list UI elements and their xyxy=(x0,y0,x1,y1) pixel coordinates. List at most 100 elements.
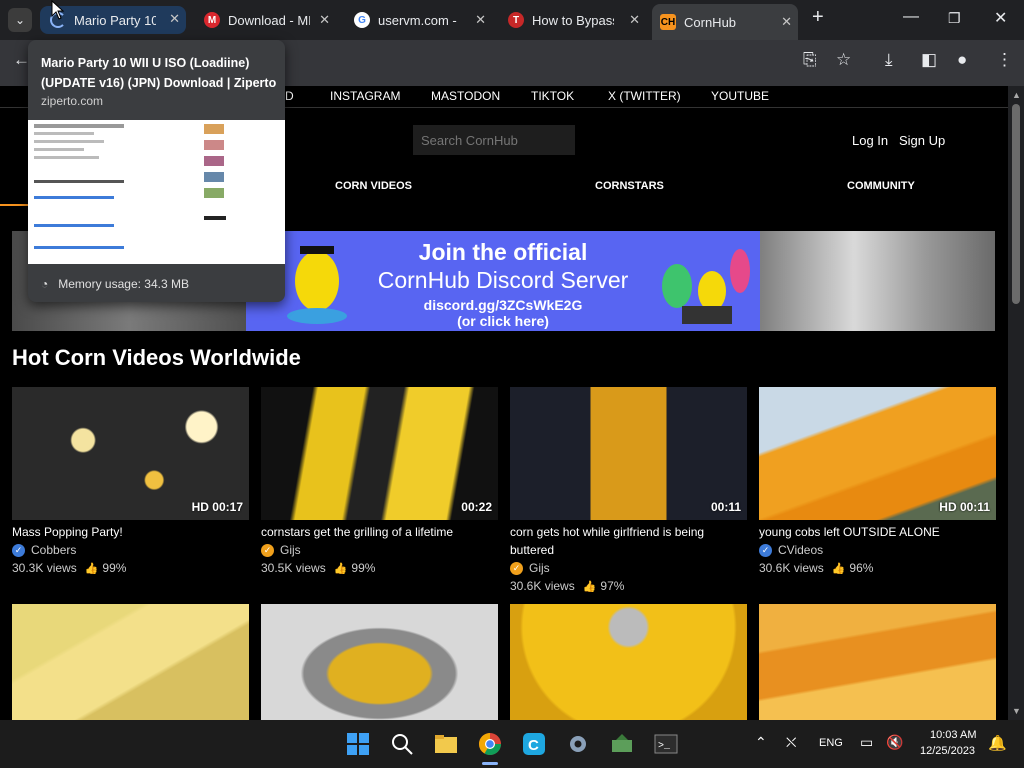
banner-photo-right xyxy=(760,231,995,331)
cornhub-icon: CH xyxy=(660,14,676,30)
chevron-down-icon: ⌄ xyxy=(14,13,26,27)
notification-bell-icon[interactable]: 🔔 xyxy=(988,734,1007,752)
search-icon[interactable] xyxy=(390,732,414,756)
video-thumbnail[interactable]: 00:22 xyxy=(261,387,498,520)
chevron-up-icon[interactable]: ⌃ xyxy=(755,734,767,751)
verified-icon: ✓ xyxy=(261,543,274,557)
social-link-youtube[interactable]: YOUTUBE xyxy=(711,89,769,103)
ccleaner-icon[interactable]: C xyxy=(522,732,546,756)
page-scrollbar[interactable]: ▲ ▼ xyxy=(1008,86,1024,720)
display-icon[interactable]: ▭ xyxy=(860,734,873,751)
app-icon[interactable] xyxy=(610,732,634,756)
video-title[interactable]: cornstars get the grilling of a lifetime xyxy=(261,523,498,541)
video-card[interactable] xyxy=(261,604,498,720)
active-app-indicator xyxy=(482,762,498,765)
video-thumbnail[interactable]: HD 00:11 xyxy=(759,387,996,520)
nav-active-indicator xyxy=(0,204,30,206)
close-tab-icon[interactable]: ✕ xyxy=(319,12,330,28)
menu-kebab-icon[interactable]: ⋮ xyxy=(996,50,1013,70)
close-tab-icon[interactable]: ✕ xyxy=(169,11,180,27)
social-link-tiktok[interactable]: TIKTOK xyxy=(531,89,574,103)
mouse-cursor-icon xyxy=(51,0,65,20)
close-tab-icon[interactable]: ✕ xyxy=(629,12,640,28)
video-thumbnail[interactable]: HD 00:17 xyxy=(12,387,249,520)
social-link-x[interactable]: X (TWITTER) xyxy=(608,89,681,103)
tab-uservm[interactable]: G uservm.com - G ✕ xyxy=(346,7,492,33)
tab-mega[interactable]: M Download - ME ✕ xyxy=(196,7,336,33)
channel-name[interactable]: CVideos xyxy=(778,543,823,557)
video-duration: HD 00:17 xyxy=(191,500,243,514)
search-input[interactable] xyxy=(413,125,575,155)
hover-card-memory: ◔ Memory usage: 34.3 MB xyxy=(41,277,189,291)
video-card[interactable]: 00:11 corn gets hot while girlfriend is … xyxy=(510,387,747,595)
hover-card-title: Mario Party 10 WII U ISO (Loadiine) (UPD… xyxy=(41,56,277,90)
video-card[interactable]: 00:22 cornstars get the grilling of a li… xyxy=(261,387,498,577)
network-icon[interactable]: ⛌ xyxy=(786,734,796,751)
video-duration: 00:22 xyxy=(461,500,492,514)
thumbs-up-icon: 👍 xyxy=(333,562,348,575)
tab-cornhub[interactable]: CH CornHub ✕ xyxy=(652,4,798,40)
close-window-icon[interactable]: ✕ xyxy=(994,8,1007,28)
new-tab-icon[interactable]: + xyxy=(812,6,824,29)
channel-name[interactable]: Cobbers xyxy=(31,543,76,557)
social-link-instagram[interactable]: INSTAGRAM xyxy=(330,89,400,103)
hover-card-preview xyxy=(28,120,285,264)
settings-gear-icon[interactable] xyxy=(566,732,590,756)
video-card[interactable]: HD 00:17 Mass Popping Party! ✓ Cobbers 30… xyxy=(12,387,249,577)
scroll-up-icon[interactable]: ▲ xyxy=(1012,90,1021,100)
chrome-icon[interactable] xyxy=(478,732,502,756)
channel-name[interactable]: Gijs xyxy=(280,543,301,557)
video-card[interactable] xyxy=(759,604,996,720)
scrollbar-thumb[interactable] xyxy=(1012,104,1020,304)
nav-corn-videos[interactable]: CORN VIDEOS xyxy=(335,180,412,192)
verified-icon: ✓ xyxy=(759,543,772,557)
video-title[interactable]: Mass Popping Party! xyxy=(12,523,249,541)
clock-date[interactable]: 12/25/2023 xyxy=(920,745,975,757)
clock-time[interactable]: 10:03 AM xyxy=(930,729,976,741)
video-card[interactable]: HD 00:11 young cobs left OUTSIDE ALONE ✓… xyxy=(759,387,996,577)
volume-muted-icon[interactable]: 🔇 xyxy=(886,734,903,751)
tab-how-to-bypass[interactable]: T How to Bypass ✕ xyxy=(500,7,646,33)
channel-name[interactable]: Gijs xyxy=(529,561,550,575)
page-preview-thumbnail-icon xyxy=(34,124,226,249)
profile-icon[interactable]: ● xyxy=(957,50,967,70)
scroll-down-icon[interactable]: ▼ xyxy=(1012,706,1021,716)
video-thumbnail[interactable] xyxy=(12,604,249,720)
social-link[interactable]: D xyxy=(285,89,294,103)
video-thumbnail[interactable]: 00:11 xyxy=(510,387,747,520)
tab-search-button[interactable]: ⌄ xyxy=(8,8,32,32)
restore-icon[interactable]: ❐ xyxy=(948,10,961,27)
video-card[interactable] xyxy=(12,604,249,720)
close-tab-icon[interactable]: ✕ xyxy=(781,14,792,30)
thumbs-up-icon: 👍 xyxy=(831,562,846,575)
video-thumbnail[interactable] xyxy=(510,604,747,720)
download-icon[interactable]: ⤓ xyxy=(885,50,893,70)
video-title[interactable]: young cobs left OUTSIDE ALONE xyxy=(759,523,996,541)
video-thumbnail[interactable] xyxy=(759,604,996,720)
install-app-icon[interactable]: ⎘ xyxy=(803,50,817,70)
svg-text:>_: >_ xyxy=(658,741,671,752)
social-link-mastodon[interactable]: MASTODON xyxy=(431,89,500,103)
video-card[interactable] xyxy=(510,604,747,720)
video-duration: HD 00:11 xyxy=(939,500,990,514)
side-panel-icon[interactable]: ◧ xyxy=(921,50,937,70)
terminal-icon[interactable]: >_ xyxy=(654,732,678,756)
minimize-icon[interactable]: — xyxy=(903,8,919,26)
video-thumbnail[interactable] xyxy=(261,604,498,720)
close-tab-icon[interactable]: ✕ xyxy=(475,12,486,28)
view-count: 30.3K views xyxy=(12,561,77,575)
nav-community[interactable]: COMMUNITY xyxy=(847,180,915,192)
thumbs-up-icon: 👍 xyxy=(582,580,597,593)
language-indicator[interactable]: ENG xyxy=(819,737,843,749)
signup-link[interactable]: Sign Up xyxy=(899,133,945,148)
nav-cornstars[interactable]: CORNSTARS xyxy=(595,180,664,192)
rating: 99% xyxy=(102,561,127,575)
bookmark-star-icon[interactable]: ☆ xyxy=(836,50,851,70)
section-title: Hot Corn Videos Worldwide xyxy=(12,345,301,370)
login-link[interactable]: Log In xyxy=(852,133,888,148)
rating: 99% xyxy=(351,561,376,575)
video-title[interactable]: corn gets hot while girlfriend is being … xyxy=(510,523,747,559)
google-icon: G xyxy=(354,12,370,28)
file-explorer-icon[interactable] xyxy=(434,732,458,756)
windows-start-icon[interactable] xyxy=(346,732,370,756)
